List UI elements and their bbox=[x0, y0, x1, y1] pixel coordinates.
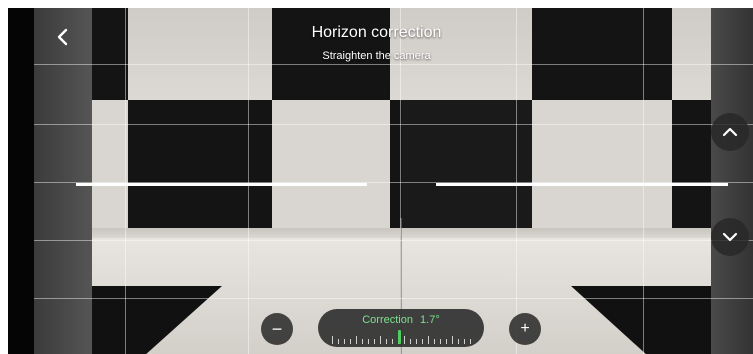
page-title: Horizon correction bbox=[311, 24, 442, 41]
scale-tick bbox=[452, 336, 453, 344]
checker-square bbox=[128, 100, 272, 228]
scale-tick bbox=[446, 339, 447, 344]
scale-tick bbox=[404, 336, 405, 344]
scale-tick bbox=[350, 339, 351, 344]
scale-tick bbox=[362, 339, 363, 344]
correction-slider[interactable]: Correction 1.7° bbox=[318, 309, 484, 347]
increase-correction-button[interactable]: + bbox=[509, 313, 541, 345]
chevron-down-icon bbox=[722, 232, 738, 242]
grid-line bbox=[34, 240, 753, 241]
scale-tick bbox=[434, 339, 435, 344]
scale-tick bbox=[392, 339, 393, 344]
scale-tick bbox=[386, 339, 387, 344]
grid-line bbox=[34, 64, 753, 65]
grid-line bbox=[34, 298, 753, 299]
scale-tick bbox=[410, 339, 411, 344]
scale-tick bbox=[440, 339, 441, 344]
minus-icon: − bbox=[271, 318, 283, 339]
grid-line bbox=[34, 124, 753, 125]
scale-tick bbox=[332, 336, 333, 344]
correction-scale bbox=[332, 334, 471, 344]
move-up-button[interactable] bbox=[711, 113, 749, 151]
checker-square bbox=[402, 100, 532, 228]
page-subtitle: Straighten the camera bbox=[322, 50, 431, 62]
scale-tick bbox=[422, 339, 423, 344]
scale-tick bbox=[344, 339, 345, 344]
correction-needle[interactable] bbox=[398, 330, 401, 344]
scale-tick bbox=[416, 339, 417, 344]
chevron-up-icon bbox=[722, 127, 738, 137]
horizon-guide-right[interactable] bbox=[436, 183, 728, 186]
scale-tick bbox=[470, 339, 471, 344]
move-down-button[interactable] bbox=[711, 218, 749, 256]
scale-tick bbox=[458, 339, 459, 344]
scale-tick bbox=[380, 336, 381, 344]
checker-square bbox=[672, 100, 711, 228]
scale-tick bbox=[356, 336, 357, 344]
correction-readout: Correction 1.7° bbox=[318, 314, 484, 326]
correction-value: 1.7° bbox=[420, 314, 440, 326]
scale-tick bbox=[374, 339, 375, 344]
scale-tick bbox=[464, 339, 465, 344]
decrease-correction-button[interactable]: − bbox=[261, 313, 293, 345]
scale-tick bbox=[428, 336, 429, 344]
scale-tick bbox=[338, 339, 339, 344]
plus-icon: + bbox=[520, 320, 530, 337]
correction-label: Correction bbox=[362, 314, 413, 326]
horizon-guide-left[interactable] bbox=[76, 183, 367, 186]
scale-tick bbox=[368, 339, 369, 344]
